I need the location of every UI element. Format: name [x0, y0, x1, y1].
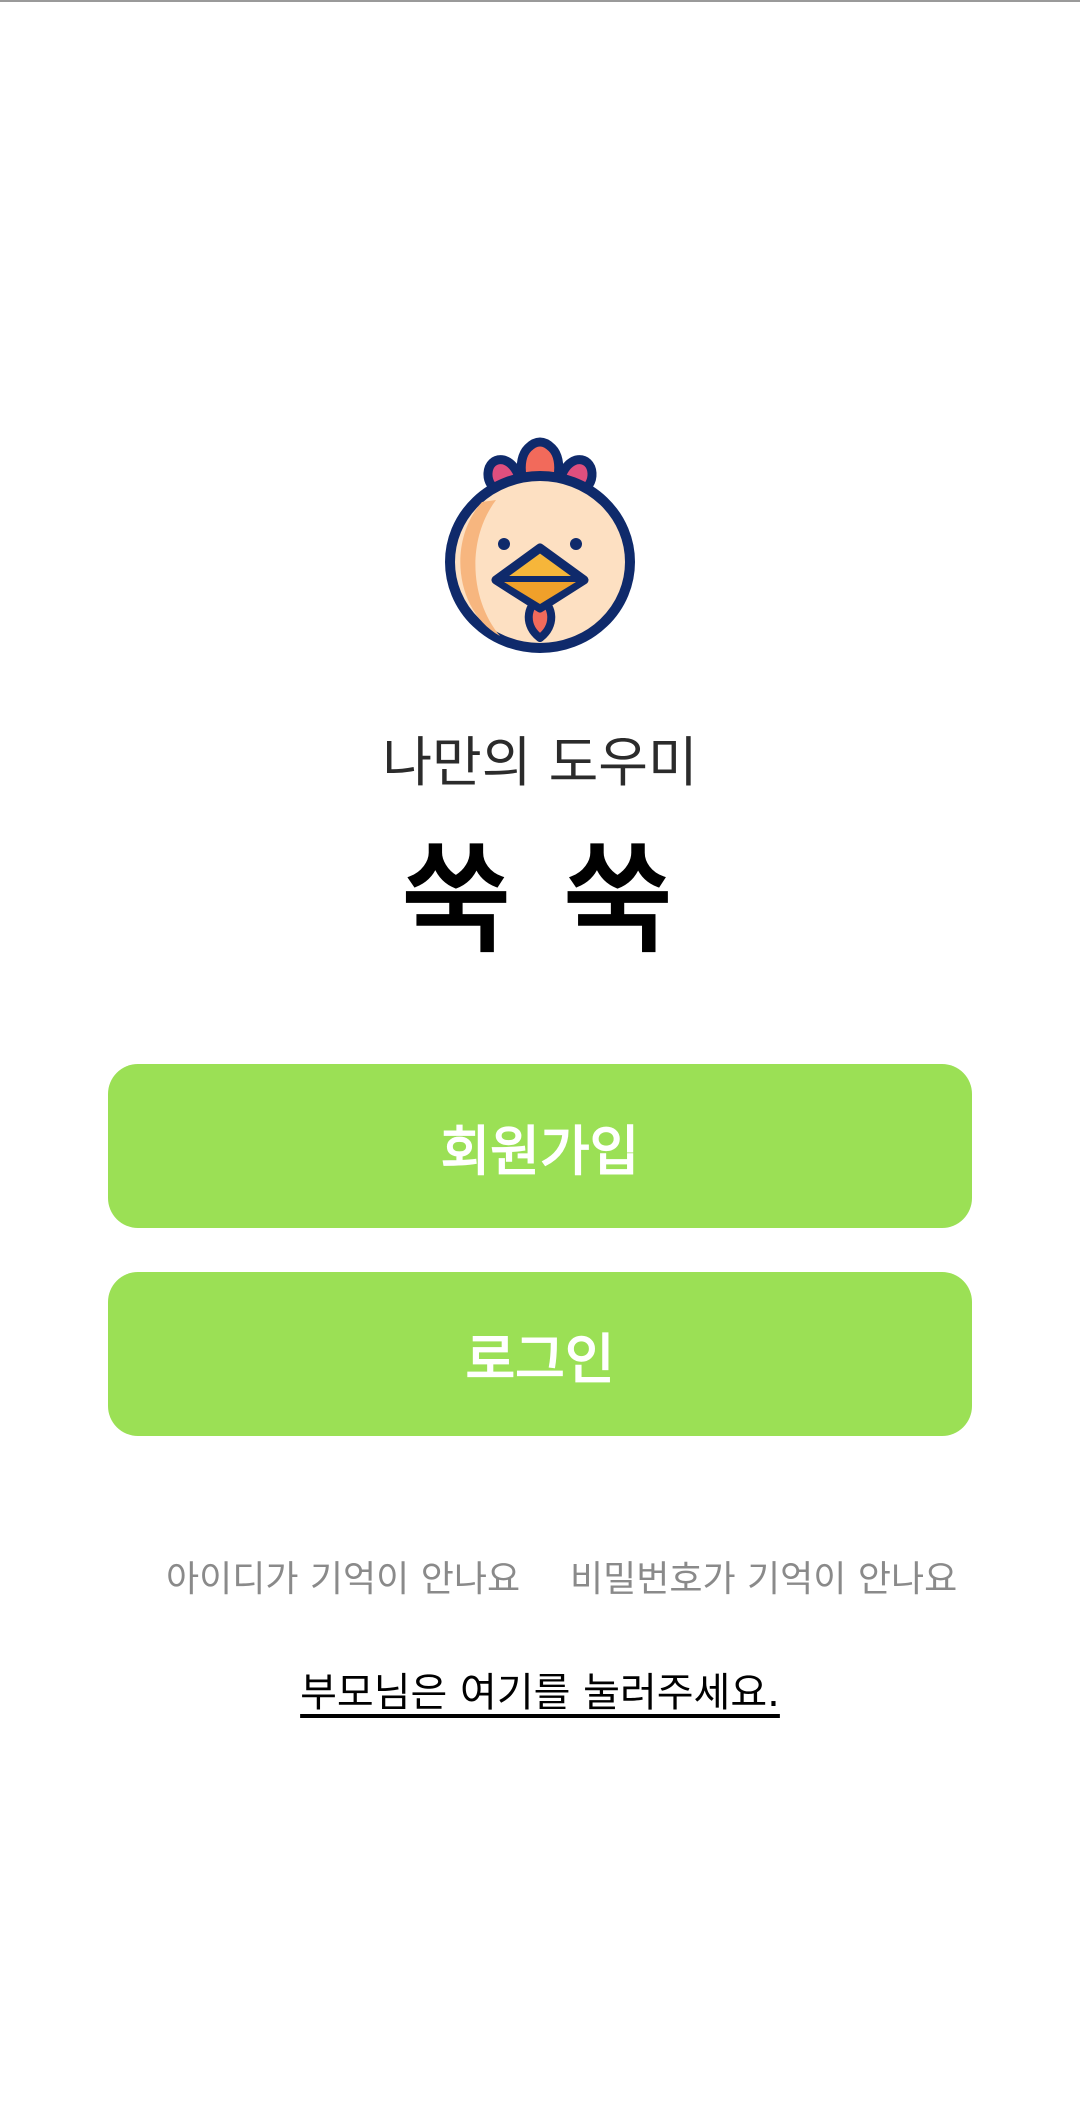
login-button[interactable]: 로그인 — [108, 1272, 972, 1436]
forgot-password-link[interactable]: 비밀번호가 기억이 안나요 — [570, 1555, 957, 1605]
chick-mascot-icon — [440, 430, 640, 660]
status-divider — [0, 0, 1080, 2]
signup-button[interactable]: 회원가입 — [108, 1064, 972, 1228]
app-subtitle: 나만의 도우미 — [382, 731, 698, 794]
forgot-id-link[interactable]: 아이디가 기억이 안나요 — [166, 1555, 520, 1605]
parents-link[interactable]: 부모님은 여기를 눌러주세요. — [0, 1665, 1080, 1721]
app-title: 쑥 쑥 — [401, 831, 679, 969]
